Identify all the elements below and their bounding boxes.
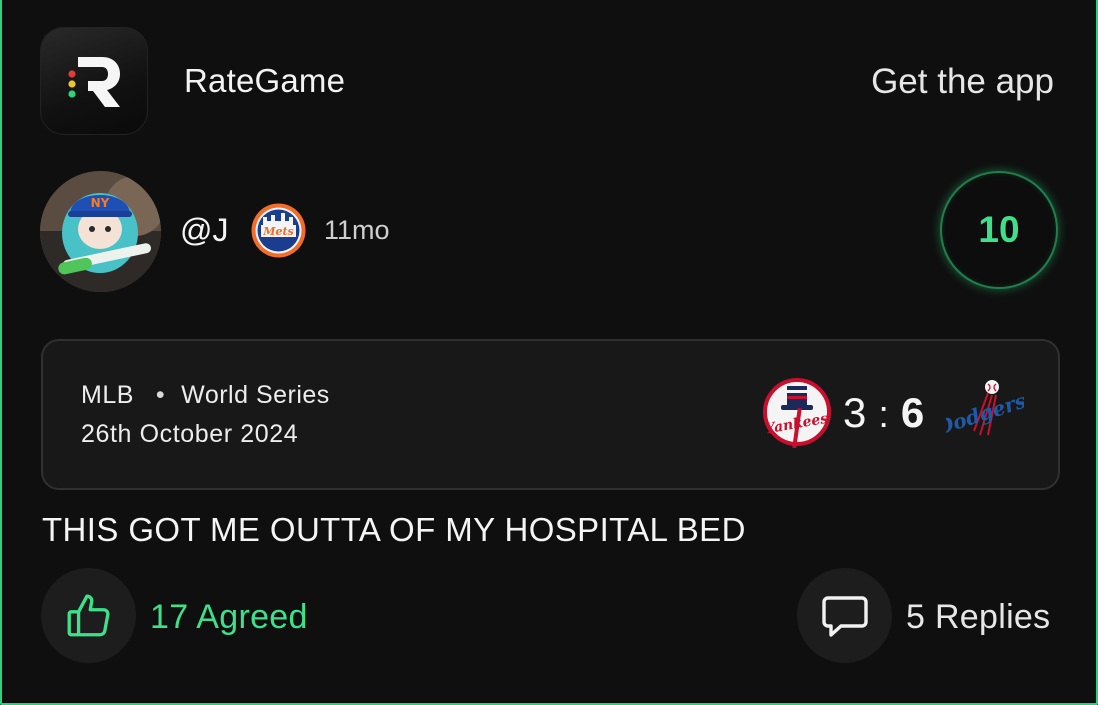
yankees-logo-icon: Yankees — [763, 378, 831, 450]
comment-icon — [821, 595, 868, 637]
home-score: 3 — [843, 389, 867, 436]
agree-button[interactable] — [41, 568, 136, 663]
svg-text:NY: NY — [91, 196, 110, 210]
score-separator: : — [878, 394, 889, 436]
rategame-logo-icon[interactable] — [40, 27, 148, 135]
app-name: RateGame — [184, 62, 346, 99]
username[interactable]: @J — [180, 212, 228, 249]
away-score: 6 — [900, 389, 925, 436]
league-separator: • — [155, 381, 166, 409]
rating-value: 10 — [978, 209, 1020, 250]
score: 3:6 — [843, 389, 924, 437]
svg-text:Mets: Mets — [262, 225, 293, 238]
agree-count[interactable]: 17 Agreed — [150, 598, 308, 637]
thumbs-up-icon — [67, 594, 110, 636]
svg-text:Dodgers: Dodgers — [946, 388, 1024, 440]
post-card: RateGame Get the app NY @J Mets 11mo 10 … — [0, 0, 1098, 705]
reply-button[interactable] — [797, 568, 892, 663]
review-text: THIS GOT ME OUTTA OF MY HOSPITAL BED — [42, 511, 746, 548]
mets-logo-icon: Mets — [251, 203, 306, 258]
get-the-app-link[interactable]: Get the app — [871, 62, 1054, 102]
avatar[interactable]: NY — [40, 171, 161, 292]
dodgers-logo-icon: Dodgers — [932, 375, 1029, 453]
rating-badge: 10 — [940, 171, 1058, 289]
game-league: MLB • World Series — [81, 381, 330, 410]
reply-count[interactable]: 5 Replies — [906, 598, 1050, 637]
game-date: 26th October 2024 — [81, 420, 299, 448]
time-ago: 11mo — [324, 215, 390, 245]
game-card[interactable]: MLB • World Series 26th October 2024 Yanke… — [41, 339, 1060, 490]
league-name: MLB — [81, 381, 134, 409]
event-name: World Series — [181, 381, 330, 409]
